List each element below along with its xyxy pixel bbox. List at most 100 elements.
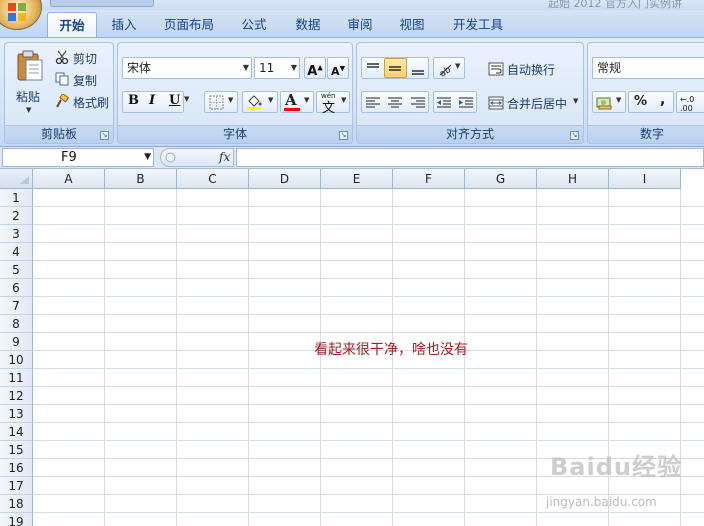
tab-view[interactable]: 视图 <box>390 12 434 38</box>
row-header-7[interactable]: 7 <box>0 297 33 315</box>
column-header-f[interactable]: F <box>393 169 465 189</box>
column-header-i[interactable]: I <box>609 169 681 189</box>
align-left-icon[interactable] <box>365 95 381 111</box>
phonetic-guide-button[interactable]: wén 文 ▼ <box>316 91 350 116</box>
select-all-triangle-icon <box>20 176 29 184</box>
cut-button[interactable]: 剪切 <box>52 47 110 67</box>
format-painter-button[interactable]: 格式刷 <box>52 91 110 111</box>
paste-button[interactable]: 粘贴 ▼ <box>9 45 49 119</box>
formula-bar: F9 ▼ fx <box>0 147 704 169</box>
row-header-16[interactable]: 16 <box>0 459 33 477</box>
bold-button[interactable]: B <box>128 93 139 108</box>
borders-button[interactable]: ▼ <box>204 91 238 113</box>
number-group: 常规 ▼ % , ←.0.00 数字 <box>587 42 704 144</box>
chevron-down-icon[interactable]: ▼ <box>573 97 578 105</box>
row-header-11[interactable]: 11 <box>0 369 33 387</box>
orientation-button[interactable]: ab ▼ <box>433 57 465 79</box>
phonetic-char: 文 <box>322 101 336 116</box>
alignment-dialog-launcher[interactable]: ↘ <box>570 131 579 140</box>
column-header-h[interactable]: H <box>537 169 609 189</box>
accounting-format-button[interactable]: ▼ <box>592 91 626 113</box>
column-header-e[interactable]: E <box>321 169 393 189</box>
merge-center-button[interactable]: 合并后居中 ▼ <box>485 91 583 113</box>
copy-button[interactable]: 复制 <box>52 69 110 89</box>
row-header-1[interactable]: 1 <box>0 189 33 207</box>
tab-home[interactable]: 开始 <box>47 12 97 38</box>
quick-access-toolbar[interactable] <box>50 0 154 7</box>
comma-style-button[interactable]: , <box>660 92 665 108</box>
align-top-icon[interactable] <box>365 61 381 77</box>
tab-formulas[interactable]: 公式 <box>232 12 276 38</box>
row-header-6[interactable]: 6 <box>0 279 33 297</box>
name-box[interactable]: F9 ▼ <box>2 148 154 167</box>
row-header-5[interactable]: 5 <box>0 261 33 279</box>
indent-buttons <box>433 91 477 113</box>
align-middle-button[interactable] <box>384 58 407 78</box>
row-header-4[interactable]: 4 <box>0 243 33 261</box>
row-header-10[interactable]: 10 <box>0 351 33 369</box>
row-header-12[interactable]: 12 <box>0 387 33 405</box>
row-header-19[interactable]: 19 <box>0 513 33 526</box>
underline-dropdown-icon[interactable]: ▼ <box>184 95 189 103</box>
row-header-9[interactable]: 9 <box>0 333 33 351</box>
percent-style-button[interactable]: % <box>634 94 647 109</box>
column-header-g[interactable]: G <box>465 169 537 189</box>
row-header-8[interactable]: 8 <box>0 315 33 333</box>
tab-developer[interactable]: 开发工具 <box>444 12 512 38</box>
column-header-d[interactable]: D <box>249 169 321 189</box>
border-icon <box>209 95 224 110</box>
font-name-select[interactable]: 宋体 ▼ <box>122 57 252 79</box>
scissors-icon <box>55 50 69 64</box>
font-color-button[interactable]: A ▼ <box>280 91 314 113</box>
tab-data[interactable]: 数据 <box>286 12 330 38</box>
increase-decimal-button[interactable]: ←.0.00 <box>676 91 704 113</box>
font-dialog-launcher[interactable]: ↘ <box>339 131 348 140</box>
shrink-font-icon: A▼ <box>331 64 345 78</box>
paste-dropdown-icon[interactable]: ▼ <box>26 106 31 114</box>
row-header-3[interactable]: 3 <box>0 225 33 243</box>
font-size-select[interactable]: 11 ▼ <box>254 57 300 79</box>
shrink-font-button[interactable]: A▼ <box>327 57 349 79</box>
baidu-watermark: Baidu经验 jingyan.baidu.com <box>540 445 704 526</box>
chevron-down-icon: ▼ <box>304 96 310 104</box>
chevron-down-icon: ▼ <box>268 96 274 104</box>
font-color-letter: A <box>285 91 297 109</box>
wrap-text-icon <box>488 62 504 76</box>
tab-insert[interactable]: 插入 <box>102 12 146 38</box>
chevron-down-icon: ▼ <box>341 96 347 104</box>
paste-icon <box>17 50 43 81</box>
row-header-15[interactable]: 15 <box>0 441 33 459</box>
wrap-text-label: 自动换行 <box>507 63 556 77</box>
insert-function-button[interactable]: fx <box>219 150 230 164</box>
clipboard-dialog-launcher[interactable]: ↘ <box>100 131 109 140</box>
row-gridline <box>33 278 704 279</box>
row-header-17[interactable]: 17 <box>0 477 33 495</box>
column-header-a[interactable]: A <box>33 169 105 189</box>
row-header-14[interactable]: 14 <box>0 423 33 441</box>
row-header-18[interactable]: 18 <box>0 495 33 513</box>
underline-button[interactable]: U <box>169 93 180 108</box>
select-all-corner[interactable] <box>0 169 33 189</box>
tab-review[interactable]: 审阅 <box>338 12 382 38</box>
decrease-indent-icon[interactable] <box>436 95 452 111</box>
tab-page-layout[interactable]: 页面布局 <box>156 12 222 38</box>
row-header-13[interactable]: 13 <box>0 405 33 423</box>
office-logo-icon <box>8 3 26 21</box>
baidu-watermark-url: jingyan.baidu.com <box>546 495 657 509</box>
align-right-icon[interactable] <box>410 95 426 111</box>
italic-button[interactable]: I <box>149 93 155 108</box>
increase-indent-icon[interactable] <box>458 95 474 111</box>
number-format-select[interactable]: 常规 <box>592 57 704 79</box>
row-header-2[interactable]: 2 <box>0 207 33 225</box>
align-bottom-icon[interactable] <box>410 61 426 77</box>
alignment-group: ab ▼ 自动换行 合并后居中 ▼ 对齐方式 ↘ <box>356 42 584 144</box>
formula-input[interactable] <box>236 148 704 167</box>
column-header-b[interactable]: B <box>105 169 177 189</box>
column-header-c[interactable]: C <box>177 169 249 189</box>
row-gridline <box>33 296 704 297</box>
align-center-icon[interactable] <box>387 95 403 111</box>
wrap-text-button[interactable]: 自动换行 <box>485 57 581 79</box>
fill-color-button[interactable]: ▼ <box>242 91 278 113</box>
grow-font-button[interactable]: A▲ <box>304 57 326 79</box>
row-gridline <box>33 440 704 441</box>
